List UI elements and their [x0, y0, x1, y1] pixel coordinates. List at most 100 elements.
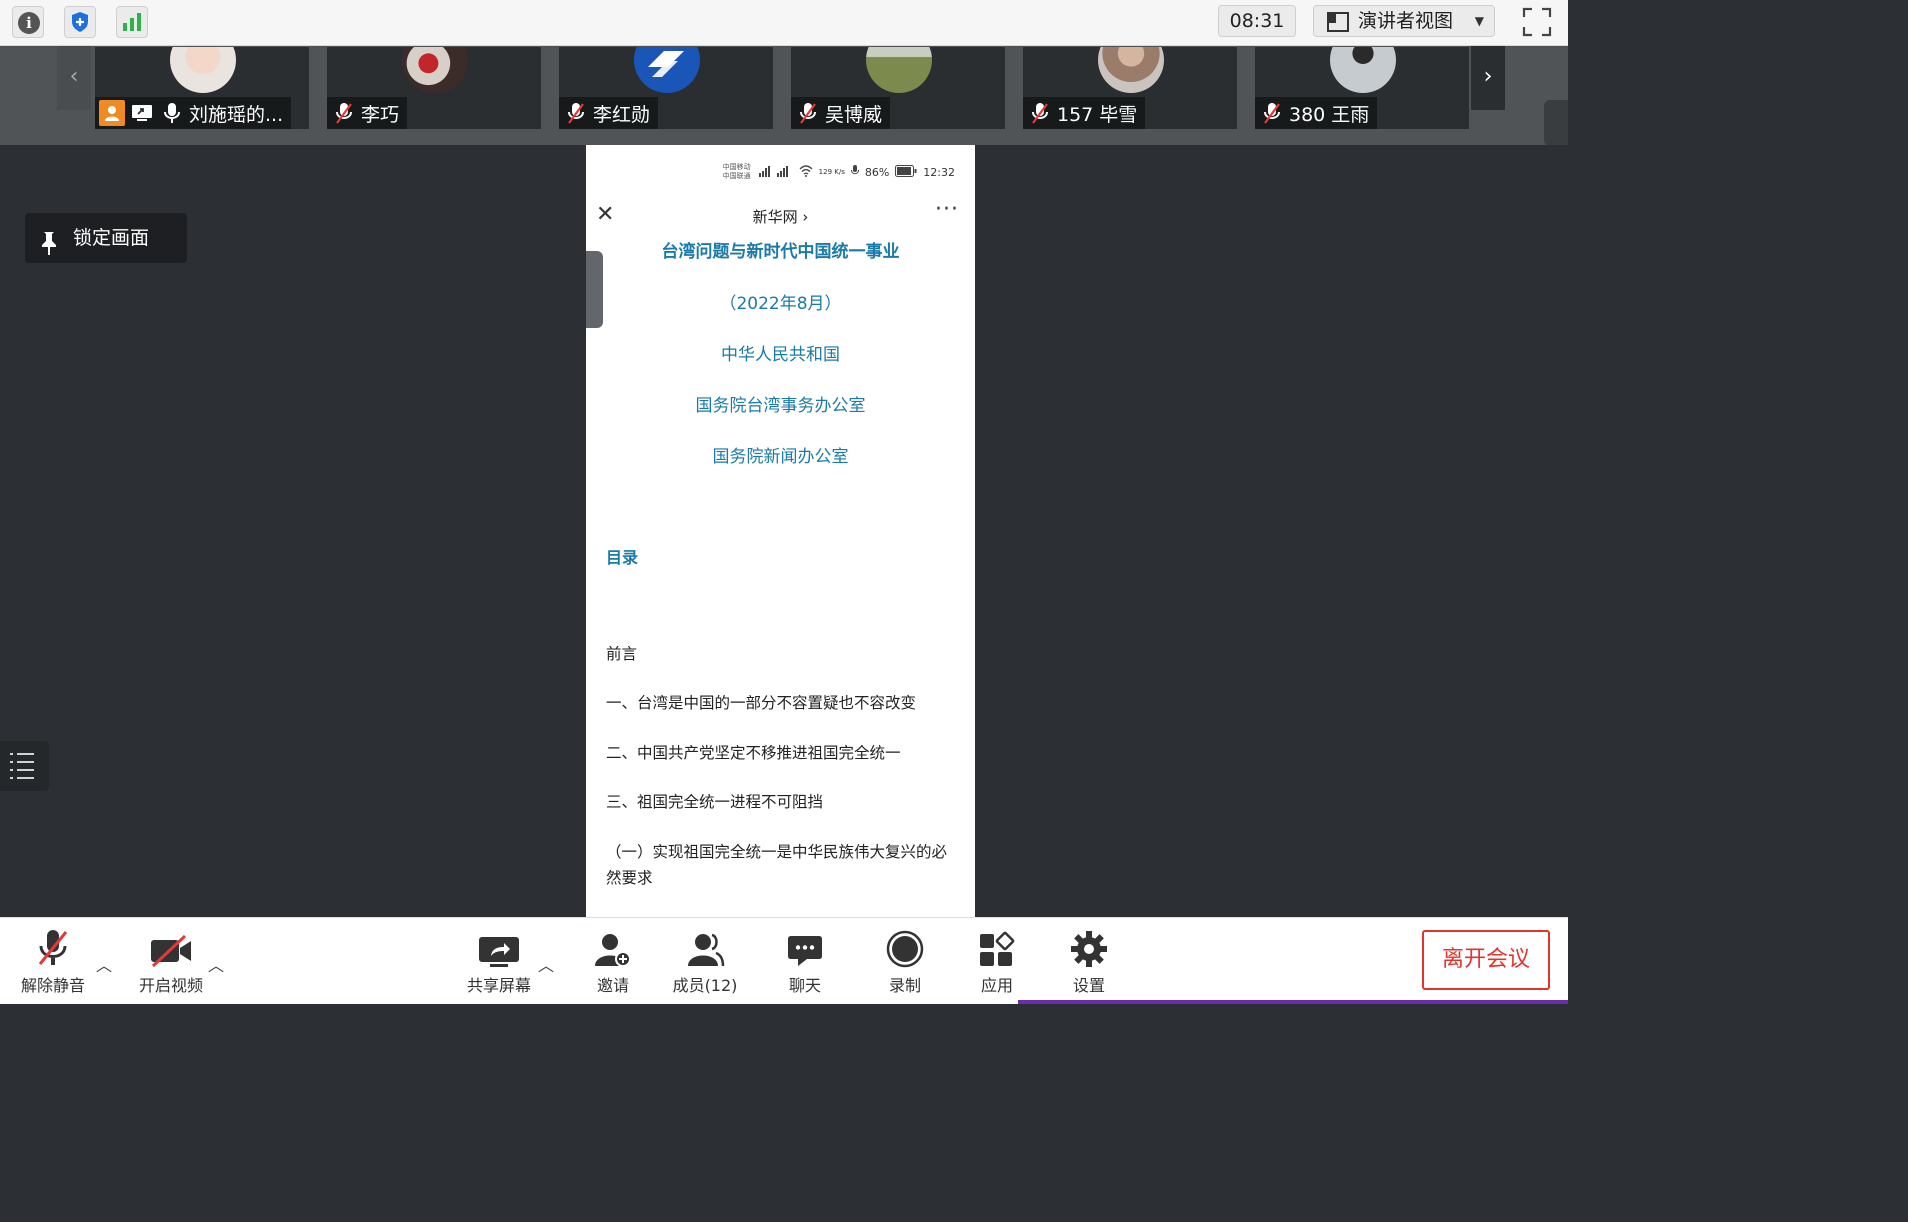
participant-name-tag: 刘施瑶的...	[95, 97, 292, 129]
apps-label: 应用	[980, 976, 1013, 995]
speaker-view-icon	[1327, 11, 1349, 41]
participant-tile[interactable]: 157 毕雪	[1022, 46, 1238, 130]
phone-mic-icon	[850, 164, 859, 180]
network-signal-icon[interactable]	[116, 6, 148, 38]
view-mode-label: 演讲者视图	[1358, 10, 1454, 32]
avatar	[170, 47, 236, 93]
avatar	[402, 47, 468, 93]
shared-phone-screen: 中国移动 中国联通 129 K/s 86% 12:32 ✕ 新华网 › ··· 台…	[586, 145, 975, 917]
meeting-timer: 08:31	[1218, 5, 1296, 37]
battery-icon	[895, 164, 917, 180]
view-mode-dropdown[interactable]: 演讲者视图 ▼	[1313, 5, 1495, 37]
participant-tile[interactable]: 吴博威	[790, 46, 1006, 130]
unmute-button[interactable]: 解除静音	[14, 918, 92, 1003]
wifi-icon	[799, 164, 813, 180]
phone-status-bar: 中国移动 中国联通 129 K/s 86% 12:32	[723, 163, 955, 181]
video-off-icon	[132, 918, 210, 970]
unmute-label: 解除静音	[20, 976, 85, 995]
strip-prev-button[interactable]: ‹	[57, 46, 91, 110]
side-panel-handle[interactable]	[586, 251, 603, 328]
toc-item: 二、中国共产党坚定不移推进祖国完全统一	[606, 744, 901, 762]
list-menu-icon[interactable]	[0, 741, 49, 791]
record-label: 录制	[888, 976, 921, 995]
participant-name: 157 毕雪	[1057, 103, 1138, 126]
users-icon	[668, 918, 742, 970]
participant-tile[interactable]: 刘施瑶的...	[94, 46, 310, 130]
participant-strip: ‹ 刘施瑶的... 李巧 李红勋 吴博威 157 毕雪 380 王雨 ›	[0, 46, 1568, 146]
participant-name-tag: 吴博威	[791, 97, 891, 129]
carrier-labels: 中国移动 中国联通	[722, 163, 751, 180]
lock-view-button[interactable]: 锁定画面	[25, 213, 187, 263]
audio-options-caret[interactable]: ︿	[96, 952, 112, 976]
chevron-down-icon: ▼	[1474, 14, 1484, 28]
invite-label: 邀请	[596, 976, 629, 995]
toc-item: 三、祖国完全统一进程不可阻挡	[606, 793, 824, 811]
document-issuer: 中华人民共和国	[721, 345, 840, 365]
more-icon[interactable]: ···	[935, 197, 959, 222]
participant-name: 380 王雨	[1289, 103, 1370, 126]
participant-name: 李红勋	[593, 103, 651, 126]
avatar	[866, 47, 932, 93]
record-button[interactable]: 录制	[878, 918, 932, 1003]
settings-button[interactable]: 设置	[1062, 918, 1116, 1003]
share-screen-label: 共享屏幕	[466, 976, 531, 995]
participant-name-tag: 380 王雨	[1255, 97, 1378, 129]
start-video-button[interactable]: 开启视频	[132, 918, 210, 1003]
microphone-muted-icon	[1259, 100, 1285, 126]
phone-nav-bar: ✕ 新华网 › ···	[586, 197, 975, 231]
microphone-muted-icon	[563, 100, 589, 126]
document-title: 台湾问题与新时代中国统一事业	[661, 242, 900, 262]
meeting-info-icon[interactable]: i	[12, 6, 44, 38]
site-name[interactable]: 新华网 ›	[586, 206, 975, 227]
apps-button[interactable]: 应用	[970, 918, 1024, 1003]
screen-share-icon	[129, 100, 155, 126]
participant-name: 李巧	[361, 103, 400, 126]
pin-icon	[39, 225, 59, 275]
lock-view-label: 锁定画面	[73, 227, 150, 249]
toc-item: 一、台湾是中国的一部分不容置疑也不容改变	[606, 694, 917, 712]
chat-button[interactable]: 聊天	[778, 918, 832, 1003]
document-date: （2022年8月）	[719, 294, 842, 314]
participant-tile[interactable]: 380 王雨	[1254, 46, 1470, 130]
toc-item: （一）实现祖国完全统一是中华民族伟大复兴的必然要求	[606, 843, 948, 887]
top-bar: i 08:31 演讲者视图 ▼	[0, 0, 1568, 46]
members-button[interactable]: 成员(12)	[668, 918, 742, 1003]
start-video-label: 开启视频	[138, 976, 203, 995]
shared-screen-stage: 锁定画面 中国移动 中国联通 129 K/s 86% 12:32 ✕ 新华网 ›…	[0, 145, 1568, 917]
share-options-caret[interactable]: ︿	[538, 952, 554, 976]
microphone-icon	[159, 100, 185, 126]
chat-label: 聊天	[788, 976, 821, 995]
microphone-muted-icon	[1027, 100, 1053, 126]
document-issuer: 国务院新闻办公室	[712, 447, 849, 467]
right-panel-handle[interactable]	[1544, 100, 1568, 146]
participant-name-tag: 李红勋	[559, 97, 659, 129]
apps-icon	[970, 918, 1024, 970]
leave-meeting-button[interactable]: 离开会议	[1422, 930, 1550, 990]
participant-name-tag: 157 毕雪	[1023, 97, 1146, 129]
chat-icon	[778, 918, 832, 970]
invite-button[interactable]: 邀请	[586, 918, 640, 1003]
video-options-caret[interactable]: ︿	[208, 952, 224, 976]
strip-next-button[interactable]: ›	[1471, 46, 1505, 110]
record-icon	[878, 918, 932, 970]
security-shield-icon[interactable]	[64, 6, 96, 38]
document-issuer: 国务院台湾事务办公室	[695, 396, 866, 416]
microphone-muted-icon	[331, 100, 357, 126]
participant-tile[interactable]: 李巧	[326, 46, 542, 130]
members-label: 成员(12)	[672, 976, 738, 995]
toc-heading: 目录	[606, 548, 639, 567]
add-user-icon	[586, 918, 640, 970]
avatar	[1330, 47, 1396, 93]
battery-percent: 86%	[864, 165, 890, 179]
share-screen-button[interactable]: 共享屏幕	[460, 918, 538, 1003]
meeting-toolbar: 解除静音 ︿ 开启视频 ︿ 共享屏幕 ︿ 邀请 成员(12) 聊天 录制 应用 …	[0, 917, 1568, 1004]
fullscreen-icon[interactable]	[1520, 5, 1554, 39]
participant-name: 刘施瑶的...	[189, 103, 284, 126]
network-speed: 129 K/s	[818, 168, 845, 176]
avatar	[1098, 47, 1164, 93]
toc-item: 前言	[606, 645, 638, 663]
gear-icon	[1062, 918, 1116, 970]
participant-name: 吴博威	[825, 103, 883, 126]
participant-tile[interactable]: 李红勋	[558, 46, 774, 130]
host-icon	[99, 100, 125, 126]
